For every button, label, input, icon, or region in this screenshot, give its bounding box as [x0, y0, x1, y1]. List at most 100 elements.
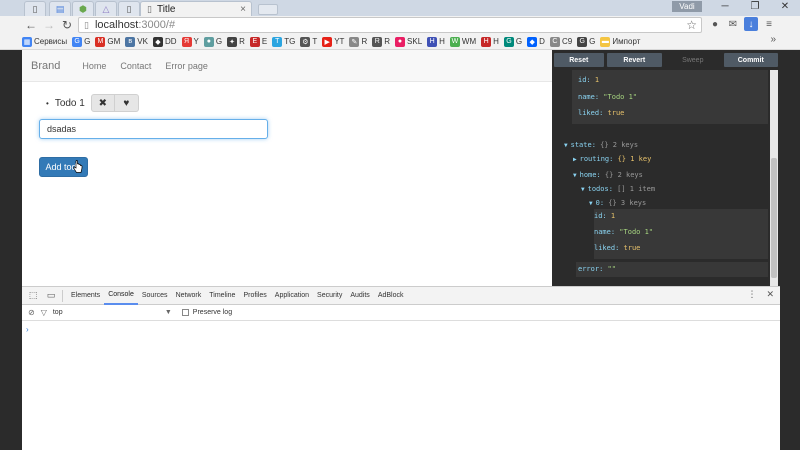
back-arrow-icon[interactable]: ←	[22, 17, 40, 33]
bookmark-item[interactable]: EE	[249, 36, 267, 47]
nav-link-contact[interactable]: Contact	[120, 61, 151, 71]
bookmark-item[interactable]: ЯY	[181, 36, 199, 47]
bookmark-item[interactable]: HH	[481, 36, 499, 47]
user-profile-button[interactable]: Vadi	[672, 1, 702, 12]
bookmark-item[interactable]: ◆ DD	[152, 36, 177, 47]
tab-application[interactable]: Application	[271, 287, 313, 305]
maximize-icon[interactable]: ❐	[740, 0, 770, 13]
bookmark-item[interactable]: W WM	[449, 36, 476, 47]
bookmark-favicon-icon: M	[95, 36, 106, 47]
tab-profiles[interactable]: Profiles	[239, 287, 270, 305]
more-bookmarks-icon[interactable]: »	[770, 34, 776, 45]
bookmark-favicon-icon: ▦	[22, 36, 32, 47]
context-selector[interactable]: top	[53, 309, 165, 316]
more-options-icon[interactable]: ⋮	[747, 289, 756, 300]
tab-network[interactable]: Network	[172, 287, 206, 305]
active-tab[interactable]: ▯ Title ×	[140, 1, 252, 16]
tab-adblock[interactable]: AdBlock	[374, 287, 408, 305]
bookmark-item[interactable]: GG	[577, 36, 595, 47]
bookmark-item[interactable]: GG	[72, 36, 90, 47]
field-name: name: "Todo 1"	[594, 228, 654, 236]
bookmark-item[interactable]: T TG	[272, 36, 295, 47]
close-window-icon[interactable]: ✕	[770, 0, 800, 13]
clear-console-icon[interactable]: ⊘	[28, 308, 35, 317]
bookmark-item[interactable]: ⚙ T	[300, 36, 317, 47]
bookmark-item[interactable]: RR	[372, 36, 390, 47]
todo-text: Todo 1	[54, 97, 85, 109]
commit-button[interactable]: Commit	[723, 53, 778, 67]
pinned-tab[interactable]: △	[95, 1, 117, 16]
bookmark-item[interactable]: ▶ YT	[322, 36, 344, 47]
github-icon[interactable]: ●	[708, 17, 722, 31]
brand-link[interactable]: Brand	[31, 60, 60, 72]
todo-input[interactable]	[39, 119, 268, 139]
close-icon: ✖	[98, 97, 108, 109]
tab-elements[interactable]: Elements	[67, 287, 104, 305]
sweep-button[interactable]: Sweep	[665, 53, 721, 67]
scrollbar-thumb[interactable]	[771, 158, 777, 278]
revert-button[interactable]: Revert	[606, 53, 663, 67]
filter-icon[interactable]: ▽	[41, 308, 47, 317]
pinned-tab[interactable]: ▯	[24, 1, 46, 16]
like-todo-button[interactable]: ♥	[114, 94, 139, 112]
bookmark-favicon-icon: W	[449, 36, 460, 47]
delete-todo-button[interactable]: ✖	[90, 94, 115, 112]
tab-timeline[interactable]: Timeline	[205, 287, 239, 305]
bookmark-star-icon[interactable]: ☆	[686, 18, 697, 32]
bookmark-label: Импорт	[612, 37, 641, 46]
menu-icon[interactable]: ≡	[762, 17, 776, 31]
tab-console[interactable]: Console	[104, 287, 138, 305]
bookmark-favicon-icon: ◆	[152, 36, 163, 47]
new-tab-button[interactable]	[258, 4, 278, 15]
download-icon[interactable]: ↓	[744, 17, 758, 31]
page-viewport: Brand Home Contact Error page • Todo 1 ✖…	[22, 50, 552, 286]
collapsed-triangle-icon: ▶	[573, 156, 577, 163]
bookmark-item[interactable]: C C9	[549, 36, 572, 47]
close-tab-icon[interactable]: ×	[240, 4, 246, 15]
inspect-element-icon[interactable]: ⬚	[26, 289, 40, 303]
mail-icon[interactable]: ✉	[726, 17, 740, 31]
chevron-down-icon[interactable]: ▼	[165, 309, 172, 316]
tab-audits[interactable]: Audits	[346, 287, 373, 305]
bookmark-item[interactable]: ▦ Сервисы	[22, 36, 67, 47]
nav-link-error-page[interactable]: Error page	[165, 61, 208, 71]
home-node[interactable]: ▼ home: {} 2 keys	[573, 171, 643, 180]
bookmark-favicon-icon: в	[125, 36, 136, 47]
console-prompt[interactable]: ›	[26, 325, 29, 334]
bookmark-item[interactable]: ✎ R	[349, 36, 367, 47]
state-node[interactable]: ▼ state: {} 2 keys	[564, 141, 638, 150]
minimize-icon[interactable]: ─	[710, 0, 740, 13]
bookmark-item[interactable]: HH	[427, 36, 445, 47]
bookmark-item[interactable]: ◆ D	[527, 36, 545, 47]
forward-arrow-icon[interactable]: →	[40, 17, 58, 33]
bookmark-item[interactable]: M GM	[95, 36, 120, 47]
routing-node[interactable]: ▶ routing: {} 1 key	[573, 155, 651, 164]
pinned-tab[interactable]: ⬢	[72, 1, 94, 16]
address-bar[interactable]: ▯ localhost:3000/# ☆	[78, 17, 702, 33]
todo-item-node[interactable]: ▼ 0: {} 3 keys	[589, 199, 646, 208]
bookmark-item[interactable]: ▬ Импорт	[600, 36, 641, 47]
triangle-icon: △	[102, 3, 110, 14]
bookmark-favicon-icon: E	[249, 36, 260, 47]
pinned-tab[interactable]: ▤	[49, 1, 71, 16]
reset-button[interactable]: Reset	[554, 53, 604, 67]
preserve-log-checkbox[interactable]	[181, 309, 189, 316]
close-devtools-icon[interactable]: ✕	[766, 289, 774, 300]
bookmark-item[interactable]: GG	[503, 36, 522, 47]
device-toolbar-icon[interactable]: ▭	[44, 289, 58, 303]
redux-devtools-panel: Reset Revert Sweep Commit id: 1 name: "T…	[552, 50, 778, 286]
redux-devtools-buttons: Reset Revert Sweep Commit	[552, 50, 778, 70]
pinned-tab[interactable]: ▯	[118, 1, 140, 16]
reload-icon[interactable]: ↻	[58, 17, 76, 33]
bookmark-item[interactable]: ✦ R	[227, 36, 245, 47]
bookmark-item[interactable]: ● SKL	[395, 36, 422, 47]
bookmark-item[interactable]: ● G	[203, 36, 222, 47]
todos-node[interactable]: ▼ todos: [] 1 item	[581, 185, 655, 194]
bookmark-favicon-icon: G	[503, 36, 514, 47]
bookmark-item[interactable]: в VK	[125, 36, 148, 47]
redux-devtools-scrollbar[interactable]	[770, 70, 778, 286]
nav-link-home[interactable]: Home	[82, 61, 106, 71]
page-info-icon[interactable]: ▯	[84, 20, 89, 31]
tab-sources[interactable]: Sources	[138, 287, 172, 305]
tab-security[interactable]: Security	[313, 287, 346, 305]
